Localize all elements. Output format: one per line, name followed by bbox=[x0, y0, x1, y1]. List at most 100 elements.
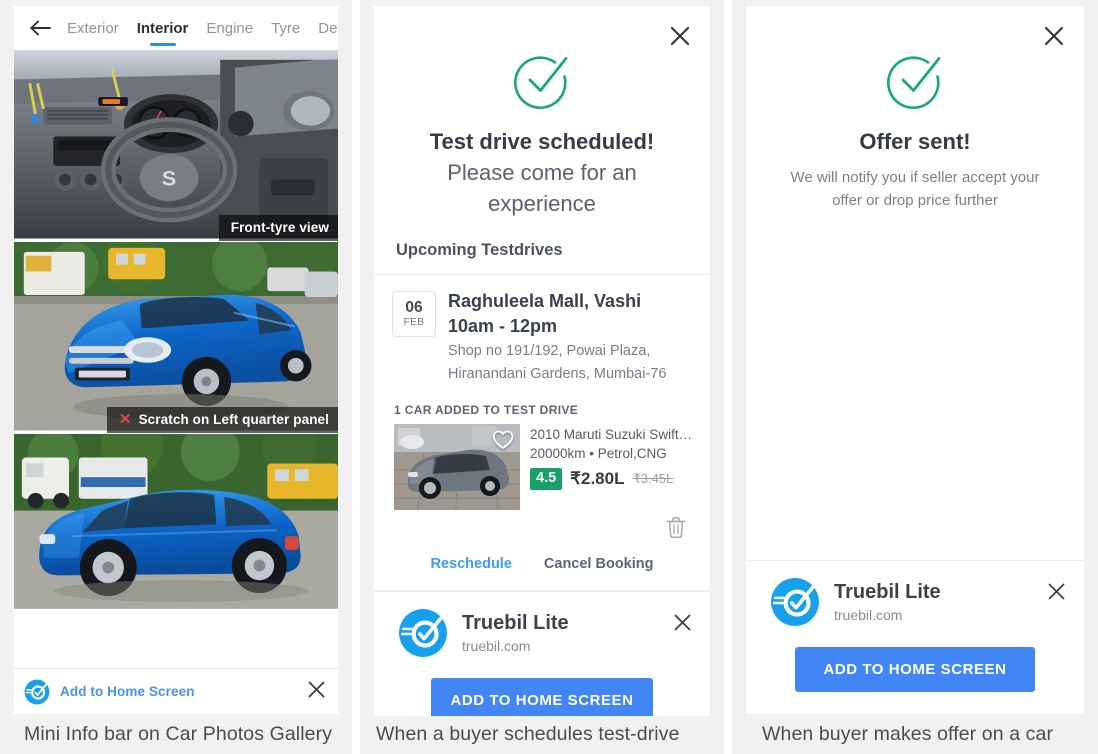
gallery-photo-interior[interactable]: S Front-tyre view bbox=[14, 50, 338, 242]
car-title: 2010 Maruti Suzuki Swift XLI... bbox=[530, 427, 694, 442]
reschedule-link[interactable]: Reschedule bbox=[431, 556, 512, 572]
panel-caption: When buyer makes offer on a car bbox=[732, 714, 1098, 754]
car-list-item[interactable]: 2010 Maruti Suzuki Swift XLI... 20000km … bbox=[374, 424, 710, 510]
photo-caption-text: Scratch on Left quarter panel bbox=[138, 412, 329, 427]
date-chip: 06 FEB bbox=[392, 291, 436, 337]
tab-label: Engine bbox=[206, 19, 254, 37]
truebil-logo-icon bbox=[24, 679, 50, 704]
cancel-booking-link[interactable]: Cancel Booking bbox=[544, 556, 654, 572]
tab-label: Exterior bbox=[67, 19, 119, 37]
install-banner-close-button[interactable] bbox=[1044, 579, 1068, 603]
sheet-spacer bbox=[746, 212, 1084, 560]
truebil-logo-icon bbox=[771, 578, 819, 626]
testdrive-address-line1: Shop no 191/192, Powai Plaza, bbox=[448, 343, 651, 359]
gallery-photo-side[interactable] bbox=[14, 434, 338, 612]
screenshot-board: Exterior Interior Engine Tyre Der bbox=[0, 0, 1098, 754]
tab-engine[interactable]: Engine bbox=[197, 6, 262, 50]
svg-text:S: S bbox=[162, 165, 176, 190]
date-month: FEB bbox=[403, 317, 425, 328]
phone-screen-testdrive: Test drive scheduled! Please come for an… bbox=[374, 6, 710, 716]
testdrive-headline: Test drive scheduled! Please come for an… bbox=[374, 112, 710, 219]
tab-exterior[interactable]: Exterior bbox=[58, 6, 128, 50]
trash-icon[interactable] bbox=[666, 516, 686, 538]
testdrive-address-line2: Hiranandani Gardens, Mumbai-76 bbox=[448, 366, 667, 382]
photo-caption: ✕ Scratch on Left quarter panel bbox=[106, 407, 338, 433]
install-banner-texts: Truebil Lite truebil.com bbox=[462, 610, 656, 656]
panel-test-drive: Test drive scheduled! Please come for an… bbox=[360, 0, 724, 754]
add-to-home-screen-button[interactable]: ADD TO HOME SCREEN bbox=[431, 678, 653, 716]
gallery-photo-scratch[interactable]: ✕ Scratch on Left quarter panel bbox=[14, 242, 338, 434]
car-details: 2010 Maruti Suzuki Swift XLI... 20000km … bbox=[530, 424, 694, 510]
panel-offer-sent: Offer sent! We will notify you if seller… bbox=[732, 0, 1098, 754]
install-banner: Truebil Lite truebil.com ADD TO HOME SCR… bbox=[374, 591, 710, 716]
success-icon-wrap bbox=[746, 50, 1084, 112]
heart-outline-icon[interactable] bbox=[492, 430, 514, 450]
check-circle-green-icon bbox=[514, 56, 568, 110]
headline-bold: Offer sent! bbox=[859, 129, 971, 154]
close-icon-glyph bbox=[308, 681, 325, 697]
close-button[interactable] bbox=[668, 24, 692, 48]
offer-confirmation-sheet: Offer sent! We will notify you if seller… bbox=[746, 6, 1084, 212]
tab-label: Der bbox=[318, 19, 338, 37]
install-banner-close-button[interactable] bbox=[670, 610, 694, 634]
testdrive-venue: Raghuleela Mall, Vashi bbox=[448, 291, 642, 311]
car-price-original: ₹3.45L bbox=[632, 471, 674, 486]
close-button[interactable] bbox=[1042, 24, 1066, 48]
tab-label: Interior bbox=[136, 19, 189, 37]
offer-subline-2: offer or drop price further bbox=[832, 192, 998, 209]
date-day: 06 bbox=[405, 299, 423, 316]
add-to-home-screen-button[interactable]: ADD TO HOME SCREEN bbox=[795, 647, 1035, 692]
car-price-line: 4.5 ₹2.80L ₹3.45L bbox=[530, 464, 694, 490]
gallery-tabbar: Exterior Interior Engine Tyre Der bbox=[14, 6, 338, 50]
truebil-logo-icon bbox=[399, 609, 447, 657]
testdrive-info: Raghuleela Mall, Vashi 10am - 12pm Shop … bbox=[448, 289, 666, 385]
install-app-title: Truebil Lite bbox=[834, 581, 941, 603]
car-exterior-photo-side bbox=[14, 434, 338, 609]
testdrive-time: 10am - 12pm bbox=[448, 316, 558, 336]
check-circle-green-icon bbox=[887, 56, 941, 110]
testdrive-confirmation-sheet: Test drive scheduled! Please come for an… bbox=[374, 6, 710, 591]
close-icon[interactable] bbox=[307, 680, 326, 704]
close-icon bbox=[1048, 583, 1064, 599]
tab-tyre[interactable]: Tyre bbox=[262, 6, 309, 50]
success-icon-wrap bbox=[374, 50, 710, 112]
offer-subline-1: We will notify you if seller accept your bbox=[790, 169, 1040, 186]
close-icon bbox=[674, 614, 690, 630]
back-button[interactable] bbox=[24, 11, 58, 45]
close-icon bbox=[1044, 26, 1064, 46]
car-price: ₹2.80L bbox=[570, 469, 625, 488]
install-app-title: Truebil Lite bbox=[462, 612, 569, 634]
car-delete-row bbox=[374, 510, 710, 538]
install-banner-header: Truebil Lite truebil.com bbox=[762, 577, 1068, 627]
panel-caption: Mini Info bar on Car Photos Gallery bbox=[0, 714, 352, 754]
car-thumbnail[interactable] bbox=[394, 424, 520, 510]
cars-added-label: 1 CAR ADDED TO TEST DRIVE bbox=[394, 403, 579, 417]
panel-caption: When a buyer schedules test-drive bbox=[360, 715, 724, 754]
photo-gallery[interactable]: S Front-tyre view ✕ Scratch on Left quar… bbox=[14, 50, 338, 668]
arrow-left-icon bbox=[30, 20, 51, 36]
photo-caption-text: Front-tyre view bbox=[230, 220, 329, 235]
phone-screen-gallery: Exterior Interior Engine Tyre Der bbox=[14, 6, 338, 714]
add-to-home-screen-infobar[interactable]: Add to Home Screen bbox=[14, 668, 338, 714]
install-app-url: truebil.com bbox=[462, 638, 531, 654]
phone-screen-offer: Offer sent! We will notify you if seller… bbox=[746, 6, 1084, 714]
install-banner-header: Truebil Lite truebil.com bbox=[390, 608, 694, 658]
headline-rest: Please come for an experience bbox=[447, 160, 637, 216]
car-interior-photo: S bbox=[14, 50, 338, 239]
headline-bold: Test drive scheduled! bbox=[429, 129, 655, 154]
testdrive-actions: Reschedule Cancel Booking bbox=[374, 538, 710, 591]
testdrive-row: 06 FEB Raghuleela Mall, Vashi 10am - 12p… bbox=[374, 275, 710, 385]
car-specs: 20000km • Petrol,CNG bbox=[530, 446, 667, 461]
tab-interior[interactable]: Interior bbox=[128, 6, 198, 50]
x-mark-red-icon: ✕ bbox=[118, 411, 132, 428]
upcoming-testdrives-title: Upcoming Testdrives bbox=[374, 219, 710, 275]
photo-caption: Front-tyre view bbox=[218, 215, 338, 241]
tab-dent[interactable]: Der bbox=[309, 6, 338, 50]
rating-badge: 4.5 bbox=[530, 468, 563, 490]
install-banner: Truebil Lite truebil.com ADD TO HOME SCR… bbox=[746, 560, 1084, 714]
add-to-home-screen-label: Add to Home Screen bbox=[60, 684, 195, 699]
tab-label: Tyre bbox=[271, 19, 301, 37]
car-exterior-photo-front bbox=[14, 242, 338, 431]
panel-gallery: Exterior Interior Engine Tyre Der bbox=[0, 0, 352, 754]
install-banner-texts: Truebil Lite truebil.com bbox=[834, 579, 1030, 625]
